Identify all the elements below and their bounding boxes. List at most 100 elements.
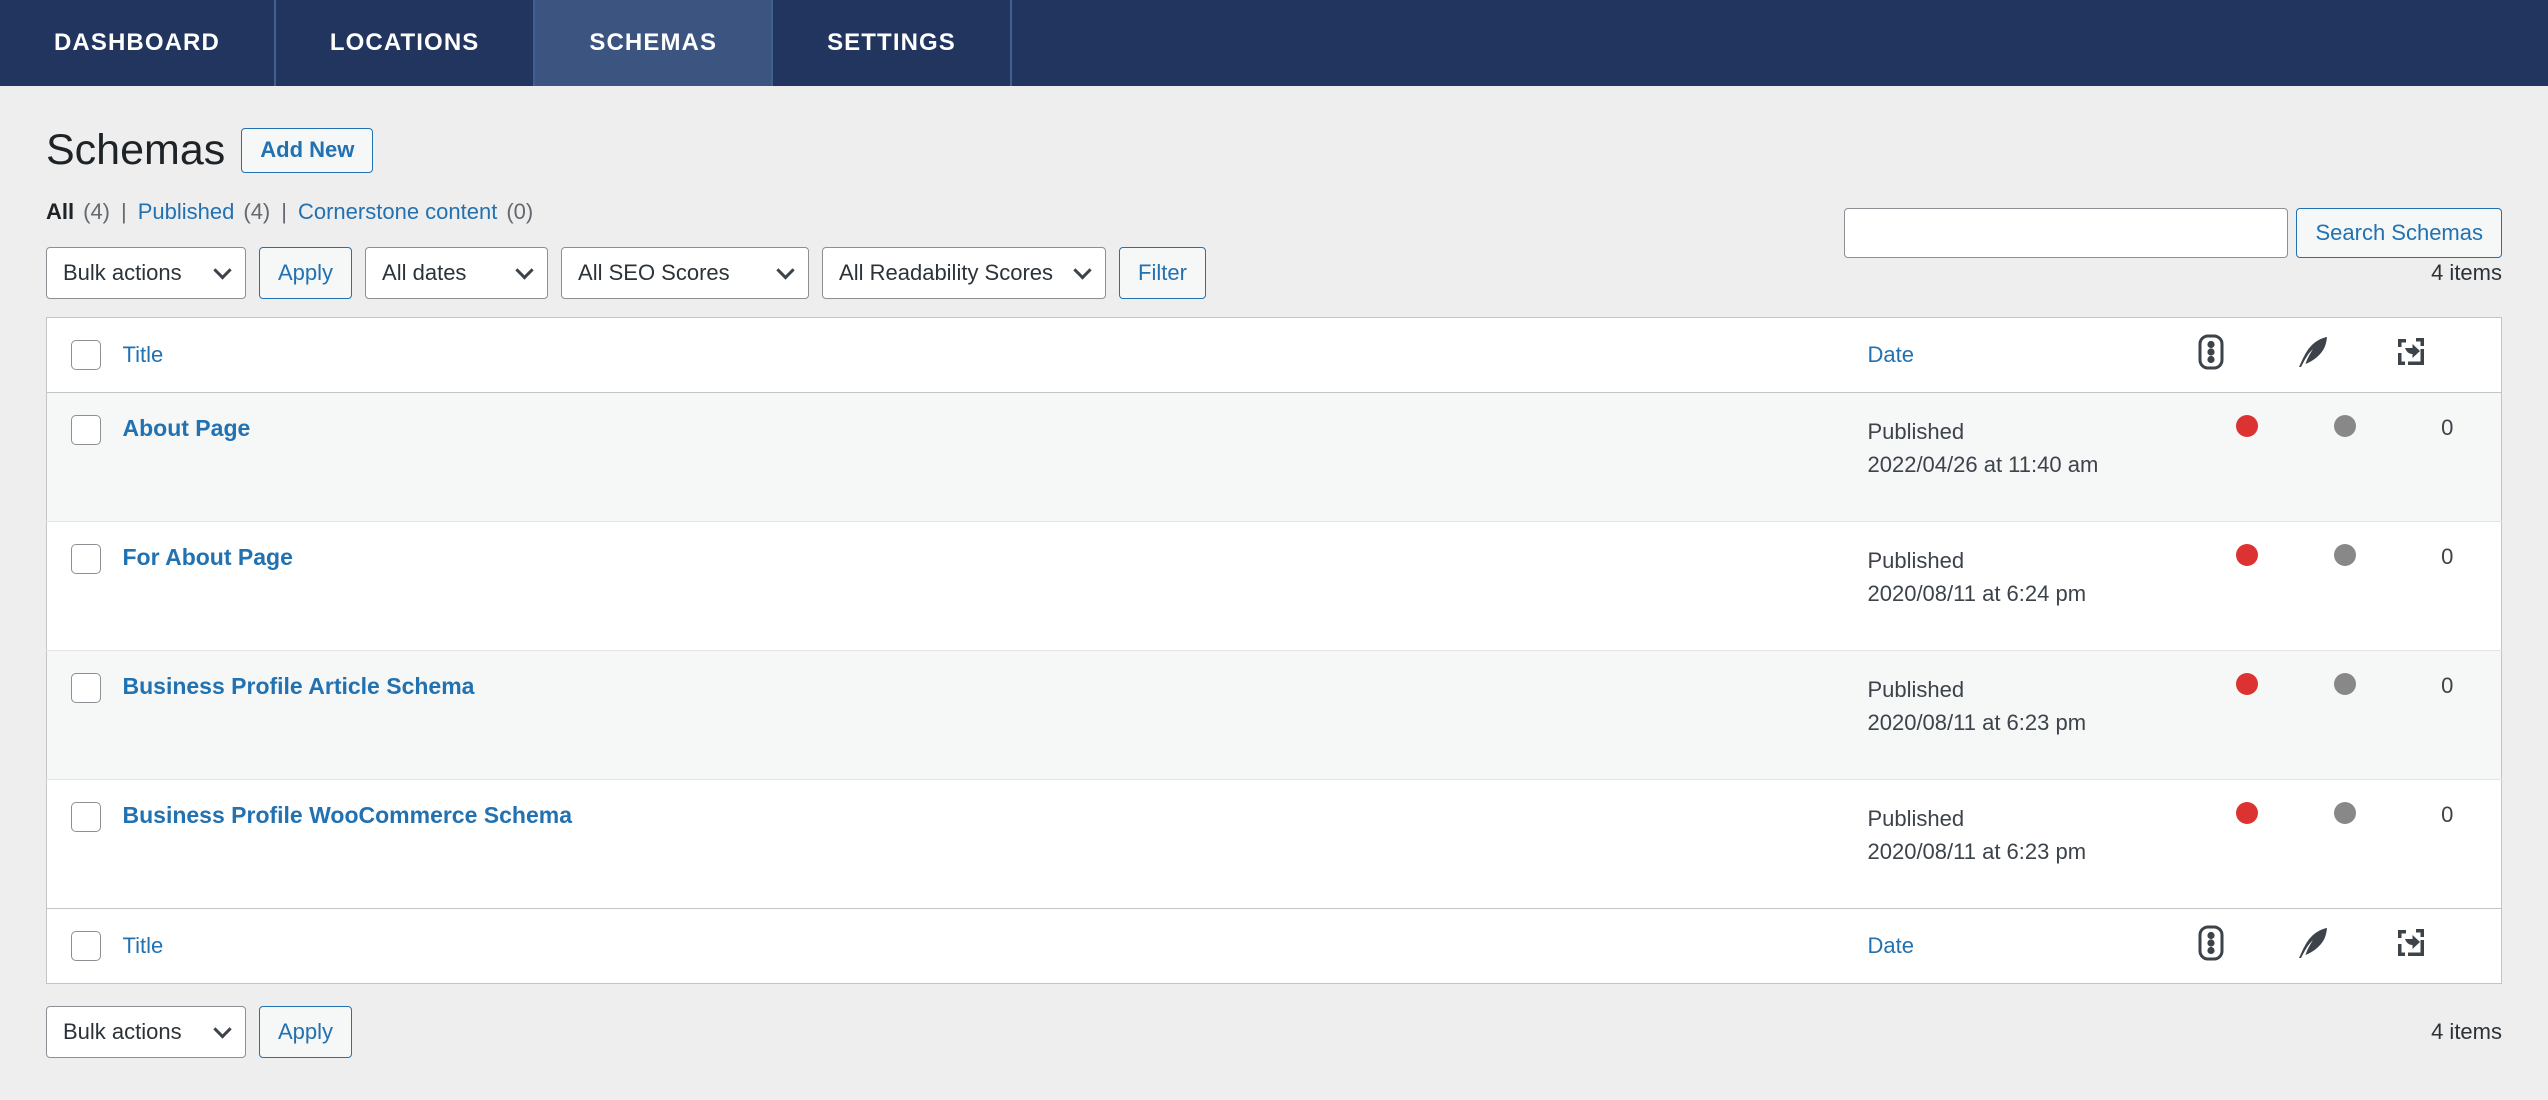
column-header-readability[interactable]: [2295, 317, 2394, 394]
row-datetime: 2020/08/11 at 6:23 pm: [1867, 710, 2087, 736]
row-date-cell: Published 2020/08/11 at 6:24 pm: [1867, 521, 2198, 651]
row-readability-cell: [2295, 650, 2394, 780]
apply-button-bottom[interactable]: Apply: [259, 1006, 353, 1059]
dates-filter-select[interactable]: All dates: [365, 247, 549, 300]
row-incoming-links-cell: 0: [2393, 521, 2502, 651]
row-datetime: 2020/08/11 at 6:24 pm: [1867, 581, 2087, 607]
row-status: Published: [1867, 677, 1965, 703]
seo-score-dot: [2235, 415, 2258, 438]
column-footer-date[interactable]: Date: [1867, 908, 2198, 984]
tab-schemas-label: SCHEMAS: [589, 29, 718, 56]
row-datetime: 2022/04/26 at 11:40 am: [1867, 452, 2099, 478]
column-footer-title[interactable]: Title: [122, 908, 1868, 984]
column-footer-date-label: Date: [1867, 933, 1914, 959]
table-row[interactable]: About Page Published 2022/04/26 at 11:40…: [46, 392, 2502, 522]
column-header-seo-score[interactable]: [2197, 317, 2296, 394]
readability-score-dot: [2333, 544, 2356, 567]
filter-count-all: (4): [83, 199, 111, 225]
row-status: Published: [1867, 548, 1965, 574]
page-header: Schemas Add New: [46, 86, 2502, 175]
row-title-link[interactable]: Business Profile Article Schema: [123, 673, 475, 699]
row-checkbox[interactable]: [71, 802, 101, 833]
bulk-actions-select-bottom-value: Bulk actions: [63, 1019, 182, 1045]
column-footer-incoming-links[interactable]: [2393, 908, 2502, 984]
row-seo-score-cell: [2197, 521, 2296, 651]
column-header-date[interactable]: Date: [1867, 317, 2198, 394]
row-readability-cell: [2295, 779, 2394, 909]
seo-score-dot: [2235, 673, 2258, 696]
row-title-link[interactable]: For About Page: [123, 544, 293, 570]
seo-score-filter-select[interactable]: All SEO Scores: [561, 247, 810, 300]
table-row[interactable]: Business Profile WooCommerce Schema Publ…: [46, 779, 2502, 909]
column-header-date-label: Date: [1867, 342, 1914, 368]
chevron-down-icon: [213, 261, 232, 280]
items-count-bottom: 4 items: [2431, 1019, 2502, 1045]
traffic-light-icon: [2198, 334, 2224, 376]
add-new-button[interactable]: Add New: [241, 128, 374, 174]
filter-link-cornerstone[interactable]: Cornerstone content: [298, 199, 497, 225]
column-footer-seo-score[interactable]: [2197, 908, 2296, 984]
page-title: Schemas: [46, 126, 226, 175]
tab-dashboard[interactable]: DASHBOARD: [0, 0, 276, 86]
row-seo-score-cell: [2197, 779, 2296, 909]
row-title-link[interactable]: Business Profile WooCommerce Schema: [123, 802, 573, 828]
schemas-table: Title Date About Page Published 2022/04/…: [46, 317, 2502, 985]
filter-separator-2: |: [281, 199, 287, 225]
tab-schemas[interactable]: SCHEMAS: [535, 0, 774, 86]
row-checkbox[interactable]: [71, 415, 101, 446]
row-status: Published: [1867, 419, 1965, 445]
table-row[interactable]: For About Page Published 2020/08/11 at 6…: [46, 521, 2502, 651]
select-all-checkbox-footer[interactable]: [71, 931, 101, 962]
table-body: About Page Published 2022/04/26 at 11:40…: [46, 392, 2502, 909]
select-all-header: [46, 317, 123, 394]
select-all-checkbox[interactable]: [71, 340, 101, 371]
select-all-footer: [46, 908, 123, 984]
row-title-cell: For About Page: [122, 521, 1868, 651]
table-toolbar-top: Bulk actions Apply All dates All SEO Sco…: [46, 247, 2502, 300]
top-navigation-bar: DASHBOARD LOCATIONS SCHEMAS SETTINGS: [0, 0, 2548, 86]
dates-filter-value: All dates: [382, 260, 467, 286]
row-incoming-links-cell: 0: [2441, 415, 2454, 441]
row-date-cell: Published 2020/08/11 at 6:23 pm: [1867, 779, 2198, 909]
bulk-actions-select-top-value: Bulk actions: [63, 260, 182, 286]
row-readability-cell: [2295, 521, 2394, 651]
row-select-cell: [47, 393, 123, 522]
row-title-cell: Business Profile Article Schema: [122, 650, 1868, 780]
row-title-link[interactable]: About Page: [123, 415, 251, 441]
row-checkbox[interactable]: [71, 544, 101, 575]
readability-score-filter-value: All Readability Scores: [839, 260, 1054, 286]
table-row[interactable]: Business Profile Article Schema Publishe…: [46, 650, 2502, 780]
row-incoming-links-cell: 0: [2393, 650, 2502, 780]
bulk-actions-select-bottom[interactable]: Bulk actions: [46, 1006, 246, 1059]
page-content: Schemas Add New All (4) | Published (4) …: [0, 86, 2548, 1100]
row-select-cell: [46, 521, 123, 651]
filter-link-published[interactable]: Published: [138, 199, 235, 225]
tab-settings[interactable]: SETTINGS: [773, 0, 1012, 86]
column-header-incoming-links[interactable]: [2393, 317, 2502, 394]
row-incoming-links-cell: 0: [2393, 779, 2502, 909]
seo-score-dot: [2235, 802, 2258, 825]
table-toolbar-bottom: Bulk actions Apply 4 items: [46, 1006, 2502, 1059]
readability-score-filter-select[interactable]: All Readability Scores: [822, 247, 1107, 300]
row-date-cell: Published 2022/04/26 at 11:40 am: [1868, 393, 2198, 522]
seo-score-dot: [2235, 544, 2258, 567]
tab-locations-label: LOCATIONS: [329, 29, 480, 56]
chevron-down-icon: [776, 261, 795, 280]
row-checkbox[interactable]: [71, 673, 101, 704]
column-footer-readability[interactable]: [2295, 908, 2394, 984]
bulk-actions-select-top[interactable]: Bulk actions: [46, 247, 246, 300]
filter-count-cornerstone: (0): [506, 199, 534, 225]
row-title-cell: About Page: [123, 393, 1868, 522]
column-footer-title-label: Title: [122, 933, 164, 959]
column-header-title-label: Title: [122, 342, 164, 368]
row-title-cell: Business Profile WooCommerce Schema: [122, 779, 1868, 909]
tab-locations[interactable]: LOCATIONS: [275, 0, 536, 86]
incoming-links-icon: [2394, 926, 2428, 966]
column-header-title[interactable]: Title: [122, 317, 1868, 394]
table-foot: Title Date: [46, 908, 2502, 984]
filter-button[interactable]: Filter: [1119, 247, 1206, 300]
row-datetime: 2020/08/11 at 6:23 pm: [1867, 839, 2087, 865]
apply-button-top[interactable]: Apply: [259, 247, 353, 300]
row-seo-score-cell: [2198, 393, 2296, 522]
filter-link-all[interactable]: All: [46, 199, 74, 225]
